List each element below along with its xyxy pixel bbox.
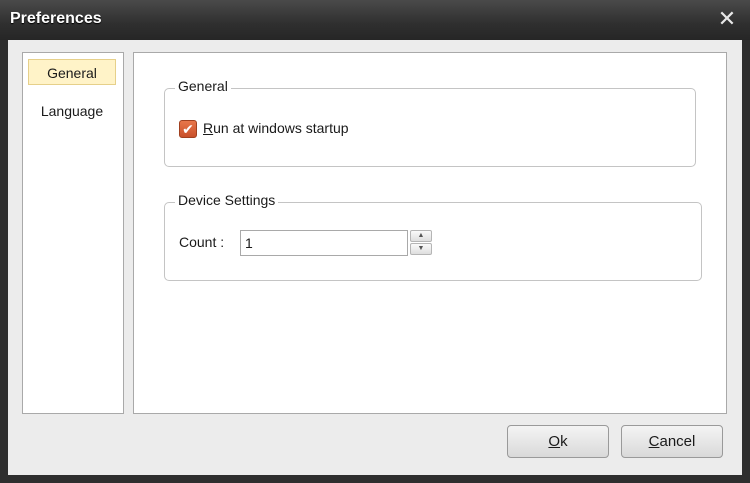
dialog-body: General Language General ✔ Run at window… [8,40,742,475]
run-at-startup-mnemonic: R [203,120,214,136]
cancel-mnemonic: C [648,433,660,450]
nav-item-language[interactable]: Language [28,98,116,124]
preferences-window: Preferences ✕ General Language General ✔… [0,0,750,483]
count-decrement-icon[interactable]: ▼ [410,243,432,255]
title-bar[interactable]: Preferences ✕ [0,0,750,40]
nav-item-general[interactable]: General [28,59,116,85]
device-settings-group: Device Settings Count : ▲ ▼ [164,192,702,281]
count-label: Count : [179,234,225,250]
cancel-button[interactable]: Cancel [621,425,723,458]
ok-mnemonic: O [548,433,561,450]
general-group-legend: General [175,78,231,94]
run-at-startup-checkbox[interactable]: ✔ [179,120,197,138]
count-input[interactable] [240,230,408,256]
window-title: Preferences [10,10,102,27]
settings-panel: General ✔ Run at windows startup Device … [133,52,727,414]
ok-button[interactable]: Ok [507,425,609,458]
general-group: General ✔ Run at windows startup [164,78,696,167]
count-increment-icon[interactable]: ▲ [410,230,432,242]
category-list: General Language [22,52,124,414]
run-at-startup-label[interactable]: Run at windows startup [203,120,349,136]
run-at-startup-label-rest: un at windows startup [213,120,349,136]
device-settings-legend: Device Settings [175,192,279,208]
close-icon[interactable]: ✕ [714,6,740,32]
ok-label-rest: k [560,433,568,450]
cancel-label-rest: ancel [659,433,696,450]
